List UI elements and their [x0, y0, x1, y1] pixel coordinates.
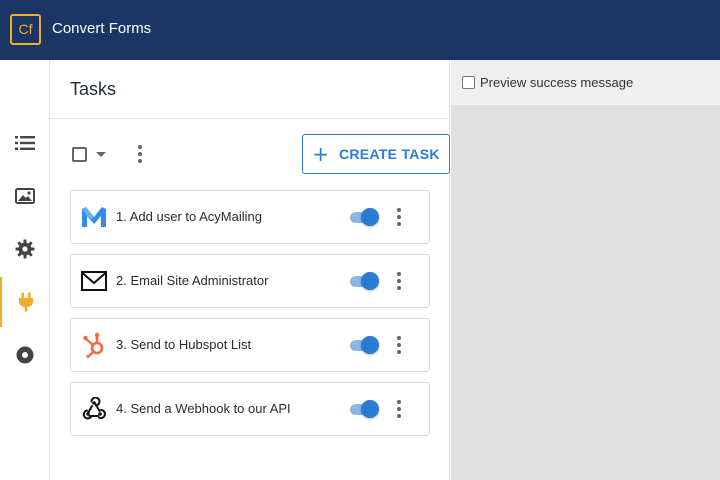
- app-logo[interactable]: Cf: [10, 14, 41, 45]
- task-label: 3. Send to Hubspot List: [116, 337, 252, 352]
- task-enabled-toggle[interactable]: [348, 335, 380, 355]
- task-more-icon[interactable]: [395, 400, 403, 420]
- rail-item-submissions[interactable]: [0, 330, 50, 380]
- form-preview-area: Preview success message: [451, 60, 720, 480]
- plus-icon: +: [312, 142, 329, 166]
- image-icon: [15, 188, 35, 204]
- task-item-acymailing[interactable]: 1. Add user to AcyMailing: [70, 190, 430, 244]
- task-more-icon[interactable]: [395, 208, 403, 228]
- plug-icon: [19, 292, 33, 312]
- task-label: 1. Add user to AcyMailing: [116, 209, 262, 224]
- tasks-panel-header: Tasks: [50, 60, 449, 119]
- chevron-down-icon[interactable]: [96, 152, 106, 157]
- task-enabled-toggle[interactable]: [348, 399, 380, 419]
- task-item-webhook[interactable]: 4. Send a Webhook to our API: [70, 382, 430, 436]
- task-label: 4. Send a Webhook to our API: [116, 401, 291, 416]
- app-title: Convert Forms: [52, 20, 152, 37]
- preview-success-label[interactable]: Preview success message: [480, 75, 633, 90]
- task-list: 1. Add user to AcyMailing 2. Email Site …: [70, 190, 430, 446]
- left-icon-rail: [0, 60, 50, 480]
- panel-title: Tasks: [70, 79, 117, 99]
- webhook-icon: [81, 396, 107, 422]
- tasks-toolbar: + CREATE TASK: [70, 134, 450, 174]
- task-item-email-admin[interactable]: 2. Email Site Administrator: [70, 254, 430, 308]
- preview-success-checkbox[interactable]: [462, 76, 475, 89]
- top-bar: Cf Convert Forms: [0, 0, 720, 60]
- rail-item-design[interactable]: [0, 171, 50, 221]
- create-task-label: CREATE TASK: [338, 146, 440, 162]
- acymailing-icon: [81, 204, 107, 230]
- preview-toolbar: Preview success message: [451, 60, 720, 105]
- toolbar-more-icon[interactable]: [136, 145, 144, 163]
- task-more-icon[interactable]: [395, 272, 403, 292]
- record-icon: [16, 346, 34, 364]
- task-more-icon[interactable]: [395, 336, 403, 356]
- create-task-button[interactable]: + CREATE TASK: [302, 134, 450, 174]
- select-all-checkbox[interactable]: [72, 147, 87, 162]
- task-item-hubspot[interactable]: 3. Send to Hubspot List: [70, 318, 430, 372]
- gear-icon: [15, 239, 35, 259]
- hubspot-icon: [81, 332, 107, 358]
- task-enabled-toggle[interactable]: [348, 271, 380, 291]
- task-label: 2. Email Site Administrator: [116, 273, 269, 288]
- task-enabled-toggle[interactable]: [348, 207, 380, 227]
- list-icon: [15, 136, 35, 150]
- rail-item-settings[interactable]: [0, 224, 50, 274]
- email-icon: [81, 268, 107, 294]
- rail-item-integrations[interactable]: [0, 277, 50, 327]
- tasks-panel: Tasks + CREATE TASK 1. Add user to AcyMa…: [50, 60, 450, 480]
- rail-item-fields[interactable]: [0, 118, 50, 168]
